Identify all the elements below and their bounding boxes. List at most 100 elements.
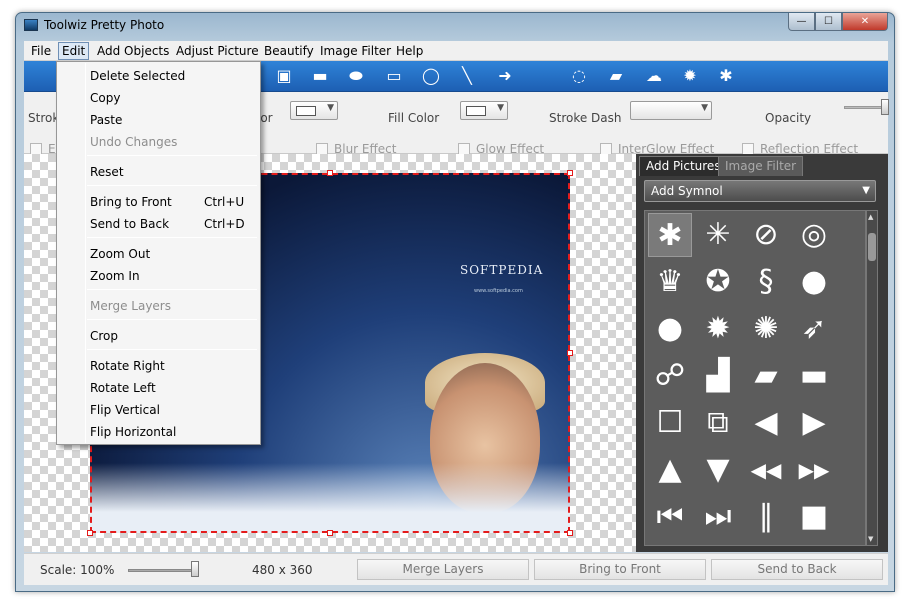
sunglasses-icon[interactable]: ◎ xyxy=(792,213,836,257)
callout-icon[interactable]: ▰ xyxy=(606,67,626,85)
menu-separator xyxy=(87,237,257,238)
resize-handle-n[interactable] xyxy=(327,170,333,176)
square-filled-icon[interactable]: ■ xyxy=(792,495,836,539)
scroll-thumb[interactable] xyxy=(868,233,876,261)
arrow-icon[interactable]: ➜ xyxy=(495,67,515,85)
title-bar[interactable]: Toolwiz Pretty Photo — ☐ ✕ xyxy=(16,13,894,40)
thought-bubble-icon[interactable]: ☁ xyxy=(644,67,664,85)
edit-menu-item-undo-changes: Undo Changes xyxy=(90,135,178,149)
menu-help[interactable]: Help xyxy=(393,43,426,59)
edit-menu-item-bring-to-front[interactable]: Bring to Front Ctrl+U xyxy=(90,194,244,210)
menu-add-objects[interactable]: Add Objects xyxy=(94,43,172,59)
scale-label: Scale: 100% xyxy=(40,563,115,577)
pause-bars-icon[interactable]: ∥ xyxy=(744,495,788,539)
menu-beautify[interactable]: Beautify xyxy=(261,43,317,59)
edit-menu-item-reset[interactable]: Reset xyxy=(90,164,124,180)
rect-outline-icon[interactable]: ▭ xyxy=(384,67,404,85)
send-to-back-button[interactable]: Send to Back xyxy=(711,559,883,580)
fast-forward-icon[interactable]: ▶▶ xyxy=(792,448,836,492)
spider-icon[interactable]: ✱ xyxy=(648,213,692,257)
menu-file[interactable]: File xyxy=(28,43,54,59)
triangle-right-icon[interactable]: ▶ xyxy=(792,401,836,445)
status-bar: Scale: 100% 480 x 360 Merge Layers Bring… xyxy=(24,553,888,585)
trophy-icon[interactable]: ♛ xyxy=(648,260,692,304)
edit-menu-item-copy[interactable]: Copy xyxy=(90,90,120,106)
burst-lightning-icon[interactable]: ✺ xyxy=(744,307,788,351)
scale-slider[interactable] xyxy=(128,561,199,577)
edit-menu-dropdown: Delete Selected Copy Paste Undo Changes Rese… xyxy=(56,61,261,445)
image-icon[interactable]: ▣ xyxy=(274,67,294,85)
medal-icon[interactable]: ✪ xyxy=(696,260,740,304)
stroke-dash-label: Stroke Dash xyxy=(549,111,622,125)
line-icon[interactable]: ╲ xyxy=(457,67,477,85)
scroll-up-icon[interactable]: ▲ xyxy=(868,213,873,221)
symbol-category-dropdown[interactable]: Add Symnol ▼ xyxy=(644,180,876,202)
edit-menu-item-crop[interactable]: Crop xyxy=(90,328,118,344)
opacity-slider-knob[interactable] xyxy=(881,99,889,115)
ribbon-icon[interactable]: ☍ xyxy=(648,354,692,398)
edit-menu-item-zoom-in[interactable]: Zoom In xyxy=(90,268,140,284)
scroll-down-icon[interactable]: ▼ xyxy=(868,535,873,543)
triangle-left-icon[interactable]: ◀ xyxy=(744,401,788,445)
scale-slider-knob[interactable] xyxy=(191,561,199,577)
spiderweb-icon[interactable]: ✳ xyxy=(696,213,740,257)
menu-adjust-picture[interactable]: Adjust Picture xyxy=(173,43,262,59)
speech-bubble-icon[interactable]: ◌ xyxy=(569,67,589,85)
resize-handle-e[interactable] xyxy=(567,350,573,356)
overlap-rects-icon[interactable]: ⧉ xyxy=(696,401,740,445)
maximize-button[interactable]: ☐ xyxy=(815,13,842,31)
edit-menu-item-paste[interactable]: Paste xyxy=(90,112,122,128)
rewind-icon[interactable]: ◀◀ xyxy=(744,448,788,492)
burst-icon[interactable]: ✹ xyxy=(696,307,740,351)
skip-forward-icon[interactable]: ⏭ xyxy=(696,495,740,539)
resize-handle-s[interactable] xyxy=(327,530,333,536)
triangle-up-icon[interactable]: ▲ xyxy=(648,448,692,492)
speech-bubble-icon[interactable]: ● xyxy=(792,260,836,304)
merge-layers-button[interactable]: Merge Layers xyxy=(357,559,529,580)
triangle-down-icon[interactable]: ▼ xyxy=(696,448,740,492)
parallelogram-icon[interactable]: ▰ xyxy=(744,354,788,398)
edit-menu-item-zoom-out[interactable]: Zoom Out xyxy=(90,246,150,262)
resize-handle-se[interactable] xyxy=(567,530,573,536)
close-button[interactable]: ✕ xyxy=(842,13,888,31)
menu-edit[interactable]: Edit xyxy=(58,42,90,60)
fill-color-picker[interactable]: ▼ xyxy=(460,101,508,120)
edit-menu-item-rotate-right[interactable]: Rotate Right xyxy=(90,358,165,374)
resize-handle-sw[interactable] xyxy=(87,530,93,536)
stroke-dash-dropdown[interactable]: ▼ xyxy=(630,101,712,120)
menu-image-filter[interactable]: Image Filter xyxy=(317,43,394,59)
opacity-slider[interactable] xyxy=(844,99,889,115)
tab-add-pictures[interactable]: Add Pictures xyxy=(639,156,728,176)
tab-image-filter[interactable]: Image Filter xyxy=(718,156,804,176)
rounded-rect-icon[interactable]: ⬬ xyxy=(346,67,366,85)
stroke-color-picker[interactable]: ▼ xyxy=(290,101,338,120)
menu-separator xyxy=(87,185,257,186)
square-outline-icon[interactable]: ☐ xyxy=(648,401,692,445)
fill-color-label: Fill Color xyxy=(388,111,440,125)
edit-menu-item-flip-vertical[interactable]: Flip Vertical xyxy=(90,402,160,418)
symbol-grid: ✱ ✳ ⊘ ◎ ♛ ✪ § ● ● ✹ ✺ ➶ ☍ ▟ ▰ ▬ ☐ ⧉ ◀ ▶ ▲ ▼ ◀◀ ▶▶ ⏮ ⏭ ∥ ■ xyxy=(644,210,866,546)
bring-to-front-button[interactable]: Bring to Front xyxy=(534,559,706,580)
edit-menu-item-flip-horizontal[interactable]: Flip Horizontal xyxy=(90,424,176,440)
menu-bar: File Edit Add Objects Adjust Picture Bea… xyxy=(24,41,888,61)
star-shape-icon[interactable]: ✱ xyxy=(716,67,736,85)
dash-icon[interactable]: ▬ xyxy=(792,354,836,398)
chain-link-icon[interactable]: § xyxy=(744,260,788,304)
rect-filled-icon[interactable]: ▬ xyxy=(310,67,330,85)
menu-separator xyxy=(87,349,257,350)
chili-icon[interactable]: ➶ xyxy=(792,307,836,351)
speech-bubble-left-icon[interactable]: ● xyxy=(648,307,692,351)
edit-menu-item-rotate-left[interactable]: Rotate Left xyxy=(90,380,156,396)
ellipse-icon[interactable]: ◯ xyxy=(421,67,441,85)
symbol-grid-scrollbar[interactable]: ▲ ▼ xyxy=(866,210,878,546)
opacity-label: Opacity xyxy=(765,111,812,125)
skip-back-icon[interactable]: ⏮ xyxy=(648,495,692,539)
no-phone-icon[interactable]: ⊘ xyxy=(744,213,788,257)
edit-menu-item-delete-selected[interactable]: Delete Selected xyxy=(90,68,185,84)
edit-menu-item-send-to-back[interactable]: Send to Back Ctrl+D xyxy=(90,216,245,232)
chevron-down-icon: ▼ xyxy=(862,185,870,196)
resize-handle-ne[interactable] xyxy=(567,170,573,176)
steps-icon[interactable]: ▟ xyxy=(696,354,740,398)
burst-icon[interactable]: ✹ xyxy=(680,67,700,85)
minimize-button[interactable]: — xyxy=(788,13,815,31)
